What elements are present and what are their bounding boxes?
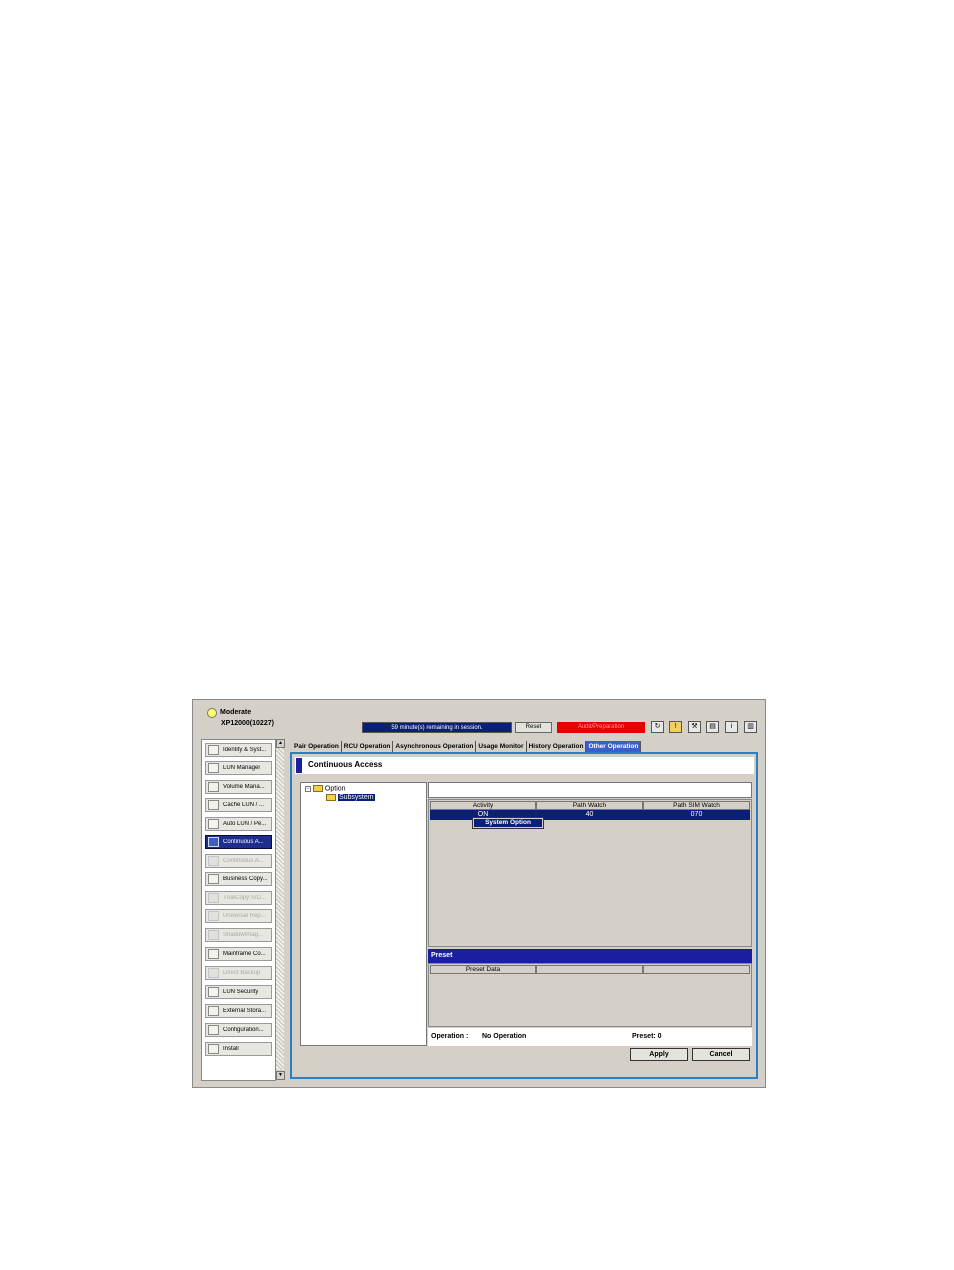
option-tree bbox=[300, 782, 427, 1046]
column-header-activity[interactable]: Activity bbox=[430, 801, 536, 810]
sidebar-item-lun-manager[interactable]: LUN Manager bbox=[205, 761, 272, 775]
security-icon bbox=[208, 987, 219, 997]
context-menu: System Option bbox=[472, 817, 544, 829]
sidebar-item-identity[interactable]: Identity & Syst... bbox=[205, 743, 272, 757]
sidebar-item-business-copy[interactable]: Business Copy... bbox=[205, 872, 272, 886]
cache-icon bbox=[208, 800, 219, 810]
truecopy-icon bbox=[208, 893, 219, 903]
subsystem-name: XP12000(10227) bbox=[221, 720, 274, 727]
operation-label: Operation : bbox=[431, 1033, 469, 1040]
alert-icon[interactable]: ! bbox=[669, 721, 682, 733]
tab-history-operation[interactable]: History Operation bbox=[527, 741, 587, 752]
identity-icon bbox=[208, 745, 219, 755]
tab-bar: Pair Operation RCU Operation Asynchronou… bbox=[292, 741, 642, 752]
info-strip bbox=[428, 782, 752, 798]
sidebar-item-cache[interactable]: Cache LUN / ... bbox=[205, 798, 272, 812]
scroll-up-icon[interactable]: ▲ bbox=[276, 739, 285, 748]
backup-icon bbox=[208, 968, 219, 978]
sidebar-item-external-storage[interactable]: External Stora... bbox=[205, 1004, 272, 1018]
column-header-path-watch[interactable]: Path Watch bbox=[536, 801, 643, 810]
operation-bar bbox=[428, 1028, 752, 1046]
apply-button[interactable]: Apply bbox=[630, 1048, 688, 1061]
cell-path-sim-watch: 070 bbox=[690, 811, 703, 818]
cell-path-watch: 40 bbox=[585, 811, 594, 818]
tab-rcu-operation[interactable]: RCU Operation bbox=[342, 741, 394, 752]
sidebar-item-configuration[interactable]: Configuration... bbox=[205, 1023, 272, 1037]
column-header-path-sim-watch[interactable]: Path SIM Watch bbox=[643, 801, 750, 810]
configuration-icon bbox=[208, 1025, 219, 1035]
install-icon bbox=[208, 1044, 219, 1054]
sidebar-item-mainframe[interactable]: Mainframe Co... bbox=[205, 947, 272, 961]
title-accent bbox=[296, 758, 302, 773]
preset-count: Preset: 0 bbox=[632, 1033, 662, 1040]
external-storage-icon bbox=[208, 1006, 219, 1016]
reset-button[interactable]: Reset bbox=[515, 722, 552, 733]
mode-indicator[interactable]: Audit/Preparation bbox=[557, 722, 645, 733]
mainframe-icon bbox=[208, 949, 219, 959]
column-header-preset-3[interactable] bbox=[643, 965, 750, 974]
business-copy-icon bbox=[208, 874, 219, 884]
sidebar-item-install[interactable]: Install bbox=[205, 1042, 272, 1056]
cancel-button[interactable]: Cancel bbox=[692, 1048, 750, 1061]
tree-node-option[interactable]: − Option bbox=[305, 785, 346, 792]
sidebar-item-shadowimage[interactable]: ShadowImag... bbox=[205, 928, 272, 942]
shadowimage-icon bbox=[208, 930, 219, 940]
sidebar-item-continuous-access-2[interactable]: Continuous A... bbox=[205, 854, 272, 868]
open-folder-icon bbox=[326, 794, 336, 801]
folder-icon bbox=[312, 785, 323, 792]
refresh-icon[interactable]: ↻ bbox=[651, 721, 664, 733]
document-icon[interactable]: ▤ bbox=[706, 721, 719, 733]
tree-node-subsystem[interactable]: Subsystem bbox=[326, 794, 375, 802]
operation-value: No Operation bbox=[482, 1033, 527, 1040]
tab-asynchronous-operation[interactable]: Asynchronous Operation bbox=[393, 741, 477, 752]
sidebar-scroll-track[interactable] bbox=[276, 748, 284, 1070]
info-icon[interactable]: i bbox=[725, 721, 738, 733]
tree-node-option-label: Option bbox=[324, 785, 346, 793]
lun-manager-icon bbox=[208, 763, 219, 773]
continuous-access-icon bbox=[208, 837, 219, 847]
page-title: Continuous Access bbox=[308, 760, 383, 769]
column-header-preset-2[interactable] bbox=[536, 965, 643, 974]
universal-rep-icon bbox=[208, 911, 219, 921]
tree-node-subsystem-label: Subsystem bbox=[337, 794, 375, 802]
menu-item-system-option[interactable]: System Option bbox=[474, 819, 542, 827]
column-header-preset-data[interactable]: Preset Data bbox=[430, 965, 536, 974]
sidebar-item-truecopy[interactable]: TrueCopy S/D... bbox=[205, 891, 272, 905]
sidebar-item-universal-rep[interactable]: Universal Rep... bbox=[205, 909, 272, 923]
auto-lun-icon bbox=[208, 819, 219, 829]
sidebar-item-lun-security[interactable]: LUN Security bbox=[205, 985, 272, 999]
preset-title: Preset bbox=[428, 949, 752, 963]
panel-icon[interactable]: ▥ bbox=[744, 721, 757, 733]
wrench-icon[interactable]: ⚒ bbox=[688, 721, 701, 733]
sidebar-item-continuous-access[interactable]: Continuous A... bbox=[205, 835, 272, 849]
sidebar-item-direct-backup[interactable]: Direct Backup bbox=[205, 966, 272, 980]
tab-usage-monitor[interactable]: Usage Monitor bbox=[476, 741, 527, 752]
session-timer: 59 minute(s) remaining in session. bbox=[362, 722, 512, 733]
sidebar-item-auto-lun[interactable]: Auto LUN / Pe... bbox=[205, 817, 272, 831]
collapse-icon[interactable]: − bbox=[305, 785, 311, 792]
tab-other-operation[interactable]: Other Operation bbox=[586, 741, 642, 752]
tab-pair-operation[interactable]: Pair Operation bbox=[292, 741, 342, 752]
status-label: Moderate bbox=[220, 709, 252, 716]
continuous-access-2-icon bbox=[208, 856, 219, 866]
scroll-down-icon[interactable]: ▼ bbox=[276, 1071, 285, 1080]
volume-icon bbox=[208, 782, 219, 792]
status-indicator-icon bbox=[207, 708, 217, 718]
sidebar-item-volume[interactable]: Volume Mana... bbox=[205, 780, 272, 794]
